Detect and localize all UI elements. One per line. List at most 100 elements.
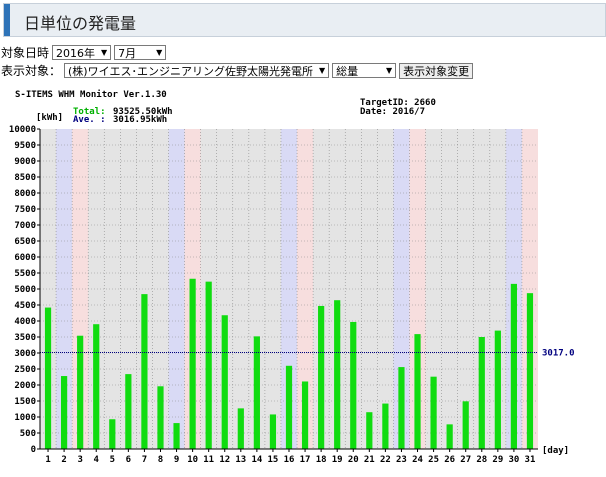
- x-tick-label: 13: [235, 455, 246, 464]
- date-filter-row: 対象日時 2016年 ▼ 7月 ▼: [1, 44, 167, 61]
- x-tick-label: 27: [460, 455, 471, 464]
- ave-label: Ave. :: [73, 115, 106, 125]
- x-tick-label: 8: [158, 455, 163, 464]
- y-tick-label: 10000: [9, 125, 36, 135]
- bar-day-11: [205, 281, 212, 449]
- x-tick-label: 3: [77, 455, 82, 464]
- x-tick-label: 17: [300, 455, 311, 464]
- target-label: 表示対象：: [1, 64, 62, 78]
- y-tick-label: 1500: [14, 397, 36, 407]
- bar-day-10: [189, 278, 196, 449]
- bar-day-28: [478, 337, 485, 449]
- month-value: 7月: [118, 46, 137, 60]
- x-tick-label: 31: [525, 455, 536, 464]
- y-tick-label: 4500: [14, 301, 36, 311]
- y-tick-label: 7500: [14, 205, 36, 215]
- bar-day-15: [269, 414, 277, 449]
- bar-day-7: [141, 294, 148, 449]
- y-tick-label: 0: [31, 445, 36, 455]
- x-tick-label: 7: [142, 455, 147, 464]
- x-tick-label: 10: [187, 455, 198, 464]
- y-tick-label: 500: [20, 429, 36, 439]
- x-tick-label: 9: [174, 455, 179, 464]
- title-bar: 日単位の発電量: [3, 3, 606, 37]
- average-line-label: 3017.0: [542, 348, 575, 358]
- bar-day-22: [382, 403, 389, 449]
- x-tick-label: 19: [332, 455, 343, 464]
- generation-chart: S-ITEMS WHM Monitor Ver.1.30 [kWh] Total…: [9, 89, 575, 464]
- target-filter-row: 表示対象： (株)ワイエス･エンジニアリング佐野太陽光発電所 ▼ 総量 ▼ 表示対象…: [1, 62, 474, 79]
- y-tick-label: 6000: [14, 253, 36, 263]
- bar-day-1: [44, 307, 52, 449]
- y-tick-label: 9500: [14, 141, 36, 151]
- bar-day-27: [462, 401, 469, 449]
- y-tick-label: 1000: [14, 413, 36, 423]
- bar-day-30: [510, 283, 518, 449]
- x-tick-label: 4: [94, 455, 100, 464]
- bar-day-14: [253, 336, 260, 449]
- x-tick-label: 5: [110, 455, 115, 464]
- title-accent: [4, 4, 10, 36]
- y-tick-label: 6500: [14, 237, 36, 247]
- plot-area: 0 500 1000 1500 2000 2500 3000 3500 4000 4500 5000…: [9, 125, 575, 464]
- metric-select[interactable]: 総量 ▼: [332, 63, 397, 78]
- y-tick-label: 5000: [14, 285, 36, 295]
- date-label: 対象日時: [1, 46, 50, 60]
- date-label: Date: 2016/7: [360, 107, 425, 117]
- x-tick-label: 30: [508, 455, 519, 464]
- station-select[interactable]: (株)ワイエス･エンジニアリング佐野太陽光発電所 ▼: [64, 63, 330, 78]
- x-tick-label: 18: [316, 455, 327, 464]
- chevron-down-icon: ▼: [319, 66, 326, 75]
- year-value: 2016年: [56, 46, 96, 60]
- y-tick-label: 8000: [14, 189, 36, 199]
- bar-day-23: [398, 367, 405, 449]
- x-unit-label: [day]: [542, 446, 569, 456]
- chevron-down-icon: ▼: [156, 48, 163, 57]
- y-tick-label: 7000: [14, 221, 36, 231]
- bar-day-17: [301, 381, 309, 449]
- bar-day-19: [334, 300, 341, 449]
- x-tick-label: 29: [492, 455, 503, 464]
- x-tick-label: 22: [380, 455, 391, 464]
- ave-value: 3016.95kWh: [113, 115, 167, 125]
- bar-day-16: [285, 365, 293, 449]
- monitor-header: S-ITEMS WHM Monitor Ver.1.30: [15, 89, 167, 100]
- bar-day-18: [318, 305, 325, 449]
- saturday-band: [168, 129, 185, 449]
- x-tick-label: 25: [428, 455, 439, 464]
- bar-day-5: [109, 419, 116, 449]
- x-tick-label: 26: [444, 455, 455, 464]
- x-tick-label: 24: [412, 455, 423, 464]
- bar-day-4: [93, 324, 100, 449]
- x-tick-label: 21: [364, 455, 375, 464]
- y-tick-label: 5500: [14, 269, 36, 279]
- y-tick-label: 8500: [14, 173, 36, 183]
- bar-day-26: [446, 424, 453, 449]
- y-unit-label: [kWh]: [36, 113, 63, 123]
- chevron-down-icon: ▼: [101, 48, 108, 57]
- x-tick-label: 15: [268, 455, 279, 464]
- bar-day-6: [125, 374, 132, 449]
- x-tick-label: 6: [126, 455, 131, 464]
- bar-day-13: [237, 408, 244, 449]
- bar-day-29: [494, 330, 501, 449]
- bar-day-9: [173, 423, 180, 449]
- change-target-button[interactable]: 表示対象変更: [399, 62, 474, 79]
- page-title: 日単位の発電量: [24, 14, 137, 33]
- month-select[interactable]: 7月 ▼: [114, 45, 167, 60]
- y-tick-label: 2000: [14, 381, 36, 391]
- year-select[interactable]: 2016年 ▼: [52, 45, 112, 60]
- bar-day-24: [414, 334, 421, 449]
- bar-day-21: [366, 412, 373, 449]
- bar-day-12: [221, 315, 228, 449]
- x-tick-label: 20: [348, 455, 359, 464]
- bar-day-31: [526, 293, 534, 449]
- x-tick-label: 28: [476, 455, 487, 464]
- x-tick-label: 12: [219, 455, 230, 464]
- y-tick-label: 9000: [14, 157, 36, 167]
- x-tick-label: 14: [251, 455, 262, 464]
- y-tick-label: 3000: [14, 349, 36, 359]
- x-tick-label: 16: [284, 455, 295, 464]
- y-tick-label: 4000: [14, 317, 36, 327]
- y-tick-label: 3500: [14, 333, 36, 343]
